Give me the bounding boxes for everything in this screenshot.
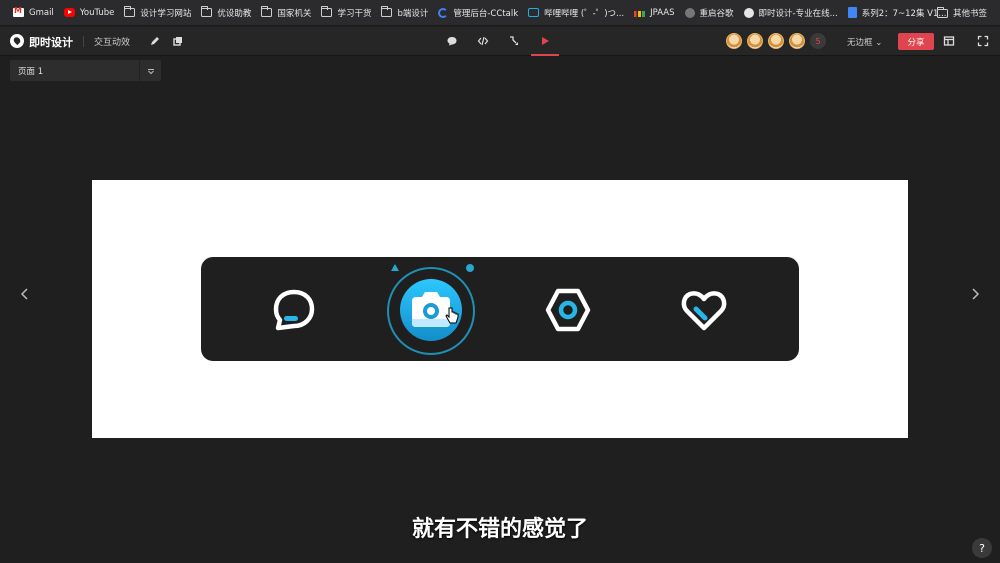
folder-icon	[261, 6, 273, 17]
frame-select[interactable]: 无边框 ⌄	[847, 36, 882, 48]
app-logo-icon[interactable]	[10, 34, 24, 48]
play-preview-tab[interactable]	[531, 27, 559, 56]
next-page-icon[interactable]	[968, 287, 982, 301]
app-toolbar: 即时设计 交互动效 5 无边框 ⌄ 分享	[0, 27, 1000, 56]
bookmark-item[interactable]: 重启谷歌	[680, 3, 739, 23]
avatar[interactable]	[789, 33, 805, 49]
bookmark-item[interactable]: 国家机关	[256, 3, 316, 23]
heart-icon[interactable]	[679, 285, 729, 335]
bookmark-item[interactable]: 优设助教	[196, 3, 256, 23]
bookmark-item[interactable]: YouTube	[59, 3, 120, 23]
bookmark-item[interactable]: 哔哩哔哩 (゜-゜)つ...	[523, 3, 629, 23]
share-button[interactable]: 分享	[898, 33, 934, 50]
code-icon[interactable]	[475, 33, 491, 49]
avatar[interactable]	[726, 33, 742, 49]
bookmark-label: 国家机关	[277, 8, 312, 19]
design-canvas	[92, 180, 908, 438]
video-subtitle: 就有不错的感觉了	[411, 517, 588, 542]
chevron-down-icon: ⌄	[875, 38, 883, 48]
bookmark-label: 优设助教	[217, 8, 252, 19]
pen-icon[interactable]	[147, 33, 163, 49]
globe-icon	[684, 7, 695, 18]
folder-icon	[201, 6, 213, 17]
folder-icon	[124, 6, 136, 17]
yt-icon	[63, 8, 75, 17]
fullscreen-icon[interactable]	[975, 33, 991, 49]
bookmark-label: 管理后台-CCtalk	[453, 8, 519, 19]
avatar[interactable]	[768, 33, 784, 49]
tab-bar	[201, 257, 799, 361]
comment-icon[interactable]	[444, 33, 460, 49]
settings-icon[interactable]	[543, 285, 593, 335]
folder-icon	[321, 6, 333, 17]
bookmark-label: JPAAS	[650, 7, 675, 18]
bookmark-label: 学习干货	[337, 8, 372, 19]
page-selector[interactable]: 页面 1	[10, 60, 161, 81]
ring-icon	[438, 7, 449, 18]
bookmark-label: 即时设计-专业在线...	[758, 8, 838, 19]
chevron-down-icon[interactable]	[139, 60, 161, 81]
help-button[interactable]: ?	[972, 538, 992, 558]
logo-icon	[743, 7, 754, 18]
layout-icon[interactable]	[941, 33, 957, 49]
prev-page-icon[interactable]	[18, 287, 32, 301]
bookmarks-bar: Gmail YouTube 设计学习网站 优设助教 国家机关 学习干货 b端设计 管理后台-C…	[0, 0, 1000, 26]
prototype-icon[interactable]	[506, 33, 522, 49]
app-title: 即时设计	[29, 36, 73, 49]
bookmark-label: 重启谷歌	[699, 8, 734, 19]
bars-icon	[634, 11, 646, 17]
bookmark-item[interactable]: b端设计	[376, 3, 433, 23]
bookmark-label: 设计学习网站	[140, 8, 192, 19]
bookmark-item[interactable]: 设计学习网站	[119, 3, 196, 23]
chat-icon[interactable]	[269, 285, 319, 335]
dot-marker-icon	[466, 264, 474, 272]
doc-icon	[847, 7, 857, 18]
avatar[interactable]	[747, 33, 763, 49]
triangle-marker-icon	[391, 264, 399, 271]
play-icon	[542, 36, 549, 45]
bookmark-item[interactable]: 即时设计-专业在线...	[739, 3, 843, 23]
folder-icon	[381, 6, 393, 17]
bookmark-label: Gmail	[29, 7, 54, 18]
bookmark-label: YouTube	[79, 7, 115, 18]
bookmark-label: b端设计	[397, 8, 429, 19]
cursor-hand-icon	[445, 307, 459, 324]
folder-icon	[936, 6, 948, 18]
bookmark-item[interactable]: JPAAS	[629, 3, 679, 23]
page-selector-value: 页面 1	[18, 67, 44, 77]
collaborator-count[interactable]: 5	[810, 33, 826, 49]
bookmark-item[interactable]: 学习干货	[316, 3, 376, 23]
collaborators: 5	[726, 33, 826, 49]
bookmark-item[interactable]: 管理后台-CCtalk	[433, 3, 523, 23]
bookmark-label: 其他书签	[952, 9, 987, 19]
gmail-icon	[13, 6, 24, 17]
divider	[83, 36, 84, 47]
interaction-mode-button[interactable]: 交互动效	[94, 35, 130, 48]
bookmark-other[interactable]: 其他书签	[932, 3, 992, 23]
duplicate-icon[interactable]	[170, 33, 186, 49]
bookmark-item[interactable]: Gmail	[8, 3, 59, 23]
tv-icon	[528, 8, 540, 17]
bookmark-label: 哔哩哔哩 (゜-゜)つ...	[544, 8, 625, 19]
frame-select-label: 无边框	[847, 38, 873, 48]
